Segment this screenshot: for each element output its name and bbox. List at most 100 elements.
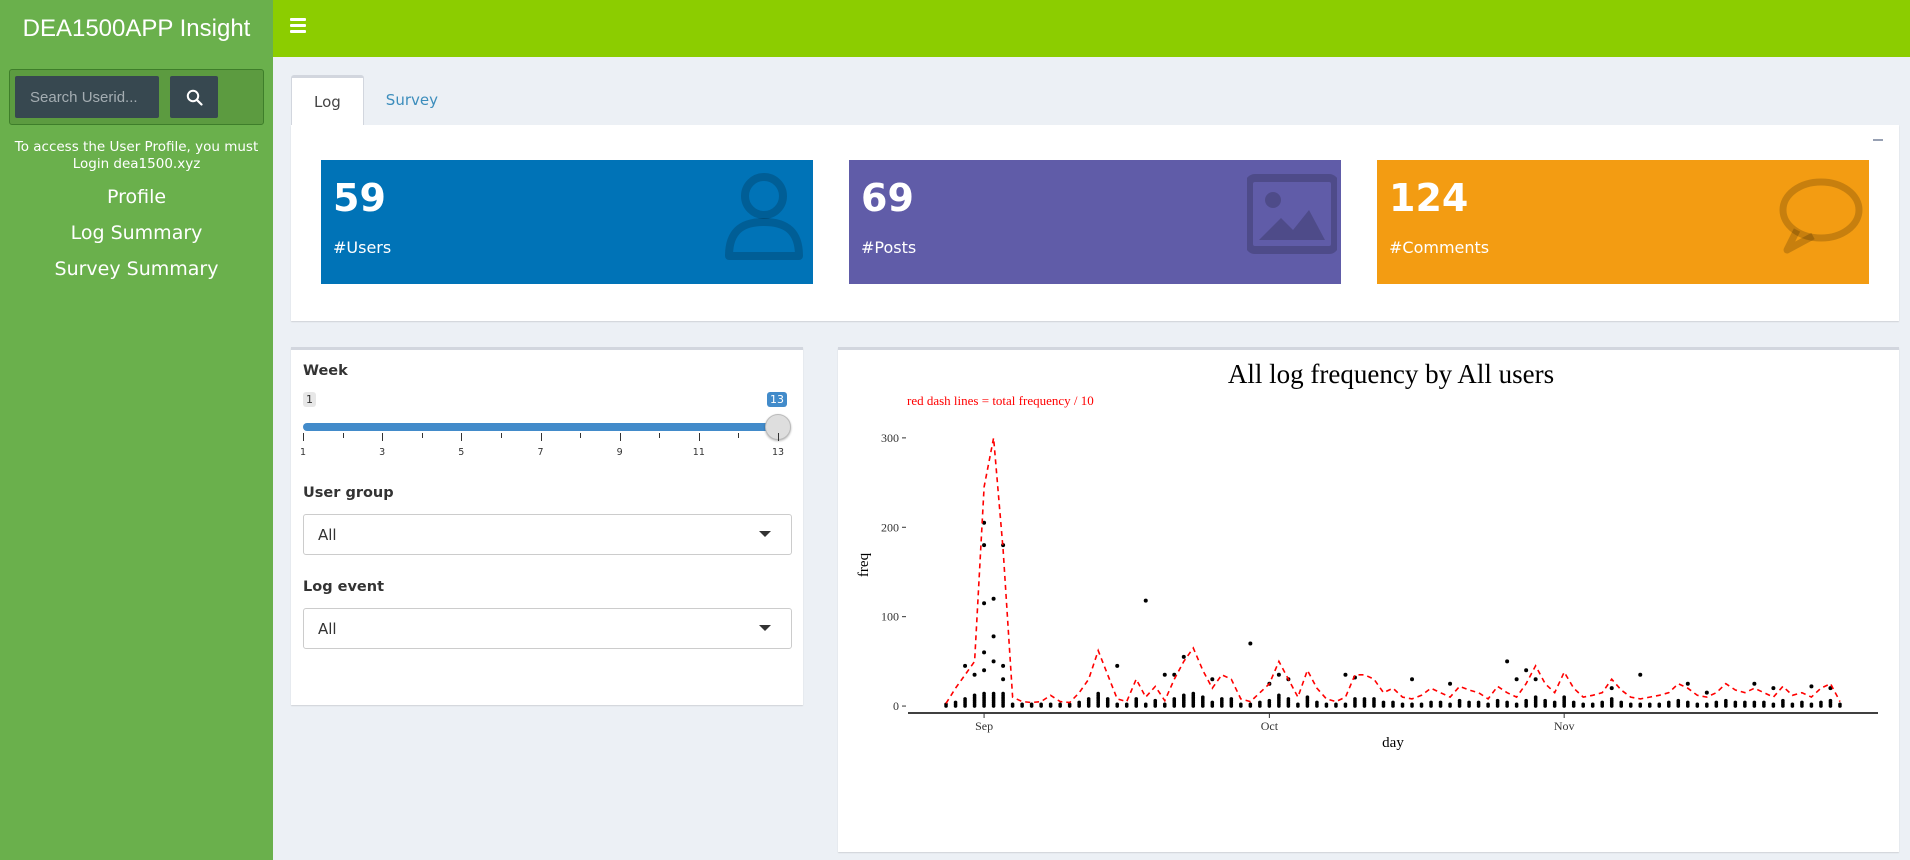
data-point xyxy=(1771,702,1776,707)
week-slider-track[interactable] xyxy=(303,423,776,431)
slider-tick-label: 5 xyxy=(458,447,465,458)
data-point xyxy=(1429,700,1433,705)
data-point xyxy=(1400,702,1405,707)
data-point xyxy=(1524,668,1529,673)
sidebar-item-log-summary[interactable]: Log Summary xyxy=(0,215,273,251)
data-point xyxy=(1514,702,1519,707)
data-point xyxy=(1505,659,1510,664)
data-point xyxy=(991,659,996,664)
data-point xyxy=(1790,702,1795,707)
log-frequency-chart-panel: All log frequency by All users red dash l… xyxy=(838,347,1899,852)
chart-title: All log frequency by All users xyxy=(1228,359,1554,389)
search-input[interactable] xyxy=(15,76,159,118)
data-point xyxy=(1343,702,1348,707)
value-box-posts: 69 #Posts xyxy=(849,160,1341,284)
data-point xyxy=(1533,695,1538,699)
data-point xyxy=(991,634,996,639)
menu-toggle-icon[interactable] xyxy=(290,18,306,34)
data-point xyxy=(982,668,987,673)
data-point xyxy=(1533,677,1538,682)
data-point xyxy=(1315,700,1319,705)
chevron-down-icon xyxy=(759,625,771,631)
data-point xyxy=(982,543,987,548)
data-point xyxy=(1334,702,1338,707)
data-point xyxy=(1210,677,1215,682)
data-point xyxy=(1201,695,1205,699)
data-point xyxy=(1029,702,1034,707)
log-event-select[interactable]: All xyxy=(303,608,792,649)
data-point xyxy=(1828,698,1833,703)
x-tick-label: Sep xyxy=(975,719,993,733)
data-point xyxy=(1743,700,1747,705)
slider-tick xyxy=(738,433,740,438)
data-point xyxy=(1486,702,1490,707)
data-point xyxy=(972,672,977,677)
sidebar-item-profile[interactable]: Profile xyxy=(0,179,273,215)
comments-label: #Comments xyxy=(1389,238,1490,257)
data-point xyxy=(1039,702,1043,707)
log-event-label: Log event xyxy=(303,579,385,595)
users-label: #Users xyxy=(333,238,392,257)
data-point xyxy=(1096,691,1100,696)
slider-tick xyxy=(303,433,304,441)
data-point xyxy=(1704,690,1709,695)
data-point xyxy=(1609,697,1614,701)
slider-tick xyxy=(540,433,542,441)
y-tick-label: 300 xyxy=(881,431,899,445)
app-title: DEA1500APP Insight xyxy=(22,14,251,42)
data-point xyxy=(1581,702,1585,707)
data-point xyxy=(1609,686,1614,691)
data-point xyxy=(1181,654,1186,659)
search-button[interactable] xyxy=(170,76,218,118)
data-point xyxy=(1705,702,1709,707)
x-tick-label: Oct xyxy=(1261,719,1279,733)
slider-tick xyxy=(580,433,582,438)
slider-tick xyxy=(659,433,661,438)
data-point xyxy=(1638,672,1643,677)
data-point xyxy=(1162,702,1167,707)
data-point xyxy=(1296,702,1300,707)
slider-tick xyxy=(778,433,779,441)
data-point xyxy=(1324,702,1329,707)
data-point xyxy=(1657,702,1662,707)
collapse-icon[interactable] xyxy=(1873,133,1885,145)
data-point xyxy=(1229,697,1234,701)
data-point xyxy=(1162,672,1167,677)
tab-log[interactable]: Log xyxy=(291,75,364,125)
data-point xyxy=(1077,700,1081,705)
slider-tick xyxy=(421,433,423,438)
data-point xyxy=(963,697,967,701)
data-point xyxy=(1343,672,1348,677)
search-icon xyxy=(186,89,203,106)
tab-survey[interactable]: Survey xyxy=(364,75,460,125)
user-group-select[interactable]: All xyxy=(303,514,792,555)
data-point xyxy=(1153,698,1158,703)
search-form xyxy=(9,69,264,125)
data-point xyxy=(1143,598,1148,603)
sidebar-item-survey-summary[interactable]: Survey Summary xyxy=(0,251,273,287)
data-point xyxy=(1181,693,1186,698)
comment-icon xyxy=(1779,178,1863,254)
posts-label: #Posts xyxy=(861,238,917,257)
data-point xyxy=(1666,700,1671,705)
filters-panel: Week 1 13 1 3 5 7 9 11 13 User group All Log e… xyxy=(291,347,803,705)
slider-tick xyxy=(382,433,384,441)
data-point xyxy=(1600,700,1605,705)
slider-tick xyxy=(342,433,344,438)
data-point xyxy=(1172,697,1177,701)
data-point xyxy=(1467,700,1471,705)
data-point xyxy=(1124,702,1129,707)
chart-annotation: red dash lines = total frequency / 10 xyxy=(907,393,1094,408)
data-point xyxy=(1800,700,1804,705)
data-point xyxy=(1476,700,1481,705)
y-tick-label: 0 xyxy=(893,699,899,713)
data-point xyxy=(1048,702,1053,707)
data-point xyxy=(1809,702,1814,707)
y-axis-label: freq xyxy=(856,552,872,577)
tab-bar: Log Survey xyxy=(291,75,460,125)
slider-tick-label: 13 xyxy=(771,447,785,458)
data-point xyxy=(1410,677,1415,682)
data-point xyxy=(1001,663,1006,668)
y-tick-label: 200 xyxy=(881,520,899,534)
data-point xyxy=(1838,702,1842,707)
